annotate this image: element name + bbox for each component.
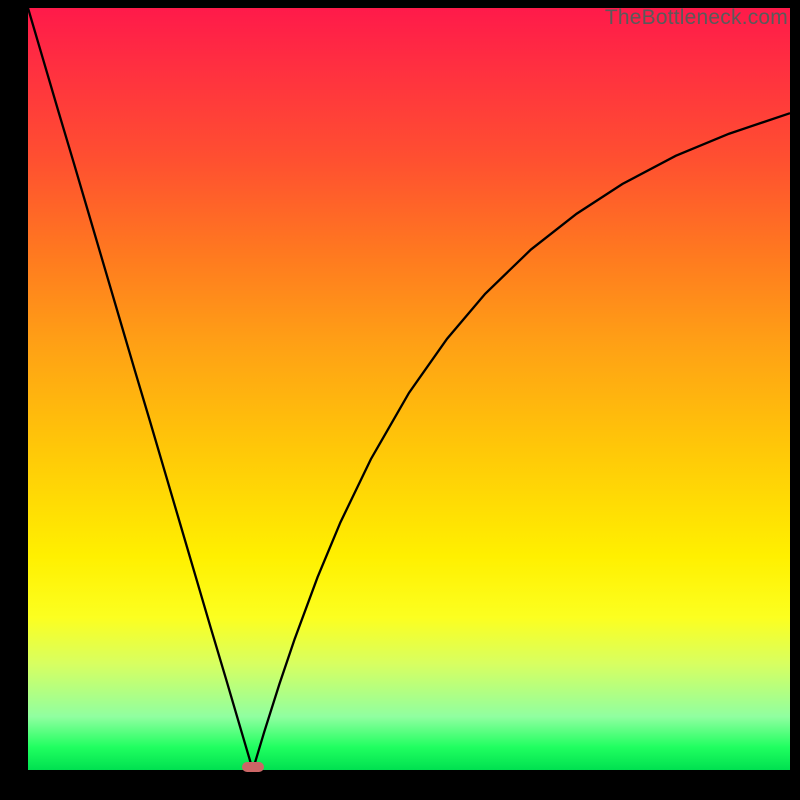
watermark-text: TheBottleneck.com bbox=[605, 6, 788, 30]
curve-left-branch bbox=[28, 8, 253, 770]
curve-right-branch bbox=[253, 113, 790, 770]
optimal-marker bbox=[242, 762, 264, 772]
bottleneck-curve bbox=[28, 8, 790, 770]
